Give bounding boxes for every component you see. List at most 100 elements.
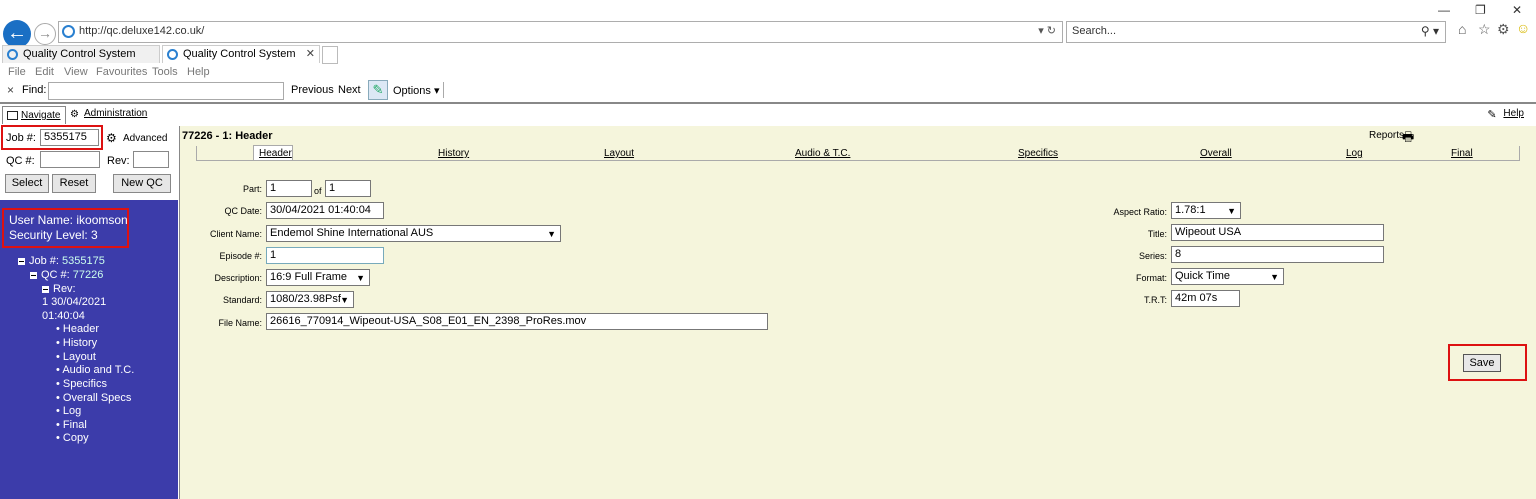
part-of-input[interactable]: 1 [325, 180, 371, 197]
tab-history[interactable]: History [438, 148, 469, 159]
tree-item-label: Header [62, 323, 99, 335]
tab-log[interactable]: Log [1346, 148, 1363, 159]
gear-icon[interactable]: ⚙ [1497, 21, 1510, 38]
trt-label: T.R.T: [1143, 295, 1167, 305]
ie-icon [62, 25, 75, 38]
rev-input[interactable] [133, 151, 169, 168]
reset-button[interactable]: Reset [52, 174, 96, 193]
tree-item-layout[interactable]: • Layout [56, 351, 96, 363]
close-find-icon[interactable]: × [7, 83, 14, 97]
job-input[interactable]: 5355175 [40, 129, 99, 146]
client-name-select[interactable]: Endemol Shine International AUS ▼ [266, 225, 561, 242]
find-next-button[interactable]: Next [338, 84, 361, 96]
new-tab-button[interactable] [322, 46, 338, 64]
tree-item-label: Specifics [62, 378, 107, 390]
pencil-icon[interactable]: ✎ [368, 80, 388, 100]
trt-input[interactable]: 42m 07s [1171, 290, 1240, 307]
tab-navigate[interactable]: Navigate [2, 106, 66, 124]
forward-button[interactable]: → [34, 23, 56, 45]
tree-rev[interactable]: Rev: [42, 283, 76, 295]
tab-administration[interactable]: ⚙ Administration [70, 108, 147, 120]
format-value: Quick Time [1175, 270, 1231, 282]
url-text: http://qc.deluxe142.co.uk/ [79, 25, 205, 37]
tree-item-header[interactable]: • Header [56, 323, 99, 335]
tab-audio-tc[interactable]: Audio & T.C. [795, 148, 850, 159]
home-icon[interactable]: ⌂ [1458, 21, 1466, 37]
find-previous-button[interactable]: Previous [291, 84, 334, 96]
menu-edit[interactable]: Edit [35, 66, 54, 78]
refresh-icon[interactable]: ▾ ↻ [1038, 24, 1056, 37]
qc-input[interactable] [40, 151, 100, 168]
tree-qc[interactable]: QC #: 77226 [30, 269, 103, 281]
advanced-icon[interactable]: ⚙ [106, 131, 117, 145]
back-button[interactable]: ← [3, 20, 31, 48]
standard-label: Standard: [222, 295, 262, 305]
select-button[interactable]: Select [5, 174, 49, 193]
menu-view[interactable]: View [64, 66, 88, 78]
episode-input[interactable]: 1 [266, 247, 384, 264]
advanced-link[interactable]: Advanced [123, 133, 167, 144]
tree-item-history[interactable]: • History [56, 337, 97, 349]
help-link[interactable]: ✎ Help [1487, 108, 1524, 121]
menu-favourites[interactable]: Favourites [96, 66, 147, 78]
search-input[interactable]: Search... ⚲ ▾ [1066, 21, 1446, 43]
description-select[interactable]: 16:9 Full Frame ▼ [266, 269, 370, 286]
standard-select[interactable]: 1080/23.98Psf ▼ [266, 291, 354, 308]
collapse-icon[interactable] [42, 285, 49, 293]
tab-header[interactable]: Header [259, 148, 292, 159]
tree-item-log[interactable]: • Log [56, 405, 81, 417]
tree-item-copy[interactable]: • Copy [56, 432, 89, 444]
tab-label: Quality Control System [23, 48, 136, 60]
tree-item-final[interactable]: • Final [56, 419, 87, 431]
tab-specifics[interactable]: Specifics [1018, 148, 1058, 159]
aspect-ratio-value: 1.78:1 [1175, 204, 1206, 216]
sub-navigation [196, 146, 1520, 161]
part-input[interactable]: 1 [266, 180, 312, 197]
collapse-icon[interactable] [18, 257, 25, 265]
tree-item-label: History [62, 337, 98, 349]
tree-item-specifics[interactable]: • Specifics [56, 378, 107, 390]
security-level: Security Level: 3 [9, 228, 98, 242]
browser-tab-1[interactable]: Quality Control System [2, 45, 160, 63]
tab-overall[interactable]: Overall [1200, 148, 1232, 159]
qc-date-input[interactable]: 30/04/2021 01:40:04 [266, 202, 384, 219]
chevron-down-icon: ▼ [1270, 272, 1279, 282]
app-top-bar [0, 102, 1536, 126]
series-input[interactable]: 8 [1171, 246, 1384, 263]
title-input[interactable]: Wipeout USA [1171, 224, 1384, 241]
close-tab-icon[interactable]: ✕ [306, 46, 315, 63]
find-input[interactable] [48, 82, 284, 100]
smiley-icon[interactable]: ☺ [1516, 20, 1530, 36]
description-label: Description: [214, 273, 262, 283]
tree-job[interactable]: Job #: 5355175 [18, 255, 105, 267]
tree-rev-value-1[interactable]: 1 30/04/2021 [42, 296, 106, 308]
new-qc-button[interactable]: New QC [113, 174, 171, 193]
help-label: Help [1503, 108, 1524, 119]
tree-item-label: Audio and T.C. [62, 364, 135, 376]
aspect-ratio-select[interactable]: 1.78:1 ▼ [1171, 202, 1241, 219]
file-name-input[interactable]: 26616_770914_Wipeout-USA_S08_E01_EN_2398… [266, 313, 768, 330]
tree-item-overall-specs[interactable]: • Overall Specs [56, 392, 131, 404]
calendar-icon [7, 111, 18, 120]
tree-rev-value-2[interactable]: 01:40:04 [42, 310, 85, 322]
collapse-icon[interactable] [30, 271, 37, 279]
tab-label: Quality Control System [183, 48, 296, 60]
search-icon[interactable]: ⚲ ▾ [1421, 24, 1439, 38]
tab-final[interactable]: Final [1451, 148, 1473, 159]
tab-layout[interactable]: Layout [604, 148, 634, 159]
menu-tools[interactable]: Tools [152, 66, 178, 78]
format-select[interactable]: Quick Time ▼ [1171, 268, 1284, 285]
address-bar[interactable]: http://qc.deluxe142.co.uk/ ▾ ↻ [58, 21, 1063, 43]
help-icon: ✎ [1487, 109, 1497, 121]
close-window-icon[interactable]: ✕ [1512, 3, 1522, 17]
browser-tab-2[interactable]: Quality Control System ✕ [162, 45, 320, 63]
restore-icon[interactable]: ❐ [1475, 3, 1486, 17]
tree-item-audio[interactable]: • Audio and T.C. [56, 364, 134, 376]
menu-help[interactable]: Help [187, 66, 210, 78]
reports-link[interactable]: Reports [1369, 130, 1404, 141]
favorites-star-icon[interactable]: ☆ [1478, 21, 1491, 38]
save-button[interactable]: Save [1463, 354, 1501, 372]
menu-file[interactable]: File [8, 66, 26, 78]
find-options-button[interactable]: Options ▾ [393, 84, 440, 97]
minimize-icon[interactable]: — [1438, 3, 1450, 17]
